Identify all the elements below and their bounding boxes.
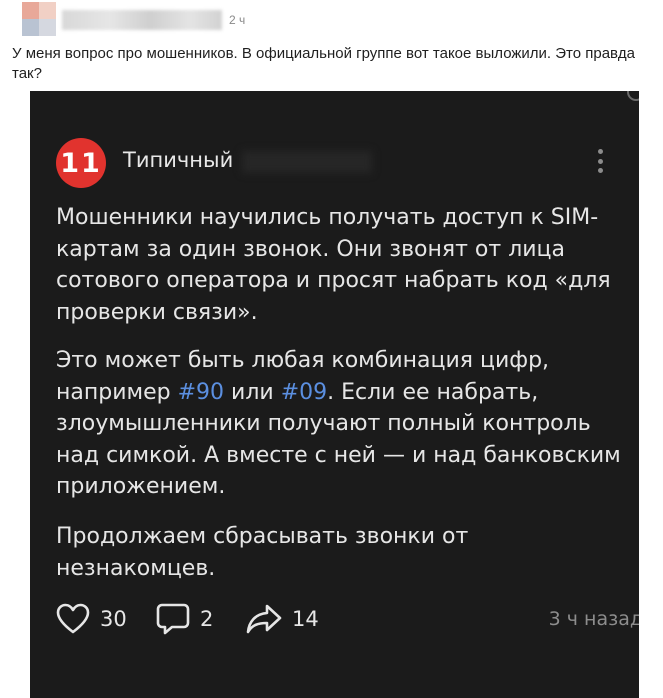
- like-count: 30: [100, 607, 127, 631]
- message-time-ago: 3 ч назад: [548, 608, 639, 630]
- comment-action: 2: [156, 599, 213, 639]
- hashtag-09: #09: [280, 379, 328, 405]
- message-paragraph-1: Мошенники научились получать доступ к SI…: [56, 205, 611, 325]
- image-corner-decoration: [627, 91, 639, 101]
- post-author-row: 2 ч: [22, 2, 322, 36]
- hashtag-90: #90: [177, 379, 225, 405]
- channel-name: Типичный: [123, 148, 234, 172]
- attached-screenshot[interactable]: 11 Типичный Мошенники научились получать…: [30, 91, 639, 698]
- channel-logo-text: 11: [60, 147, 102, 179]
- comment-bubble-icon: [156, 603, 190, 635]
- post-text: У меня вопрос про мошенников. В официаль…: [12, 45, 635, 82]
- channel-name-blurred: [242, 151, 372, 173]
- like-action: 30: [56, 599, 127, 639]
- share-action: 14: [246, 599, 319, 639]
- heart-icon: [56, 603, 90, 634]
- reaction-bar: 30 2 14 3 ч назад: [56, 599, 639, 639]
- comment-count: 2: [200, 607, 214, 631]
- post-timestamp[interactable]: 2 ч: [229, 13, 245, 27]
- channel-logo: 11: [56, 138, 106, 188]
- share-arrow-icon: [246, 604, 282, 634]
- author-name-blurred[interactable]: [62, 10, 222, 30]
- message-paragraph-2: Это может быть любая комбинация цифр, на…: [56, 345, 626, 503]
- message-paragraph-3: Продолжаем сбрасывать звонки от незнаком…: [56, 524, 469, 581]
- share-count: 14: [292, 607, 319, 631]
- author-avatar[interactable]: [22, 2, 56, 36]
- more-vertical-icon: [593, 147, 607, 175]
- paragraph-2-middle: или: [224, 379, 281, 405]
